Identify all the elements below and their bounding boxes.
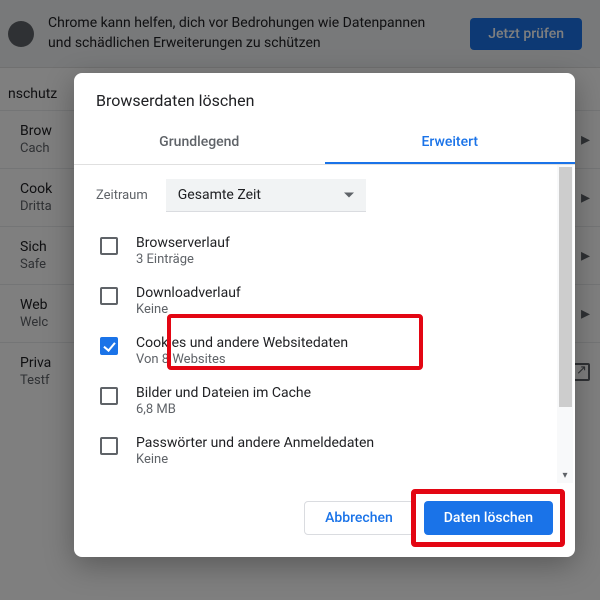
scrollbar[interactable]: ▾ (557, 165, 573, 483)
timerange-label: Zeitraum (96, 188, 148, 203)
clear-browsing-data-dialog: Browserdaten löschen Grundlegend Erweite… (74, 73, 575, 557)
option-passwords[interactable]: Passwörter und andere Anmeldedaten Keine (96, 426, 553, 476)
option-download-history[interactable]: Downloadverlauf Keine (96, 276, 553, 326)
checkbox[interactable] (100, 437, 118, 455)
cancel-button[interactable]: Abbrechen (304, 501, 414, 535)
checkbox[interactable] (100, 287, 118, 305)
tab-advanced[interactable]: Erweitert (325, 122, 576, 164)
checkbox[interactable] (100, 337, 118, 355)
dialog-tabs: Grundlegend Erweitert (74, 122, 575, 165)
scroll-down-icon[interactable]: ▾ (557, 470, 573, 481)
dialog-content: Zeitraum Gesamte Zeit Browserverlauf 3 E… (74, 165, 575, 483)
option-browsing-history[interactable]: Browserverlauf 3 Einträge (96, 226, 553, 276)
option-autofill[interactable]: Formulardaten für automatisches Ausfülle… (96, 476, 553, 483)
tab-basic[interactable]: Grundlegend (74, 122, 325, 164)
checkbox[interactable] (100, 387, 118, 405)
dropdown-triangle-icon (344, 193, 354, 198)
scrollbar-thumb[interactable] (559, 167, 572, 407)
option-cookies[interactable]: Cookies und andere Websitedaten Von 8 We… (96, 326, 553, 376)
dialog-title: Browserdaten löschen (74, 73, 575, 122)
checkbox[interactable] (100, 237, 118, 255)
clear-data-button[interactable]: Daten löschen (424, 501, 553, 535)
timerange-select[interactable]: Gesamte Zeit (166, 179, 366, 212)
option-cache[interactable]: Bilder und Dateien im Cache 6,8 MB (96, 376, 553, 426)
